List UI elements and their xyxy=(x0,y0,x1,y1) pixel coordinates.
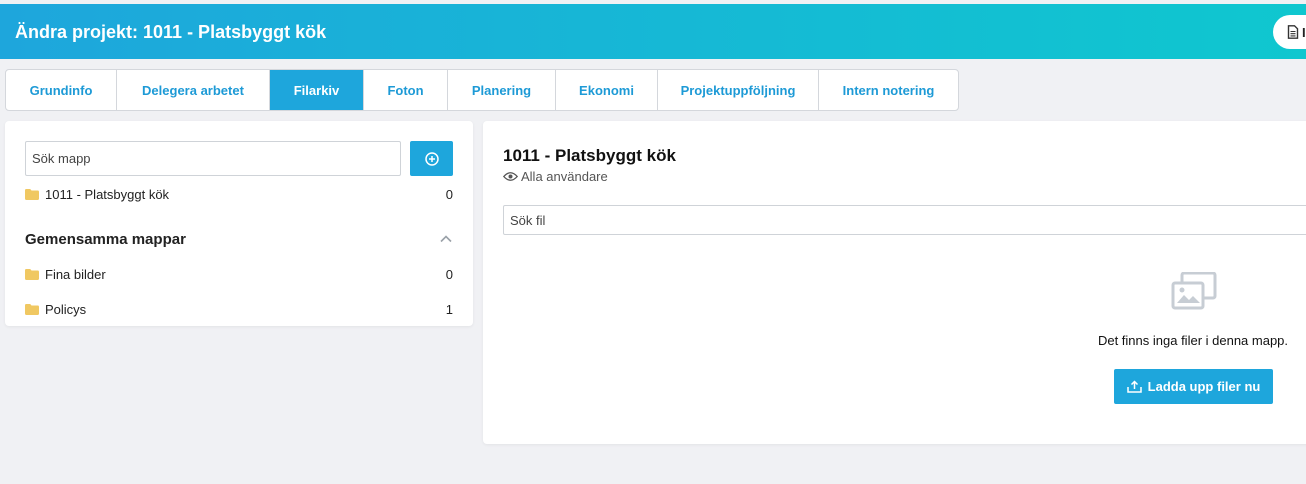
folder-count: 0 xyxy=(445,266,453,282)
shared-folder-row[interactable]: Fina bilder 0 xyxy=(25,264,453,284)
chevron-up-icon[interactable] xyxy=(438,231,454,247)
folder-icon xyxy=(25,268,39,280)
folder-name: Policys xyxy=(45,301,87,317)
tab-filarkiv[interactable]: Filarkiv xyxy=(270,70,364,110)
page-header: Ändra projekt: 1011 - Platsbyggt kök I xyxy=(0,4,1306,59)
folder-count: 1 xyxy=(445,301,453,317)
shared-folders-heading: Gemensamma mappar xyxy=(25,231,186,248)
plus-circle-icon xyxy=(424,151,439,166)
file-search-input[interactable] xyxy=(503,205,1306,235)
folder-name: Fina bilder xyxy=(45,266,106,282)
document-icon xyxy=(1287,25,1299,39)
tab-delegera-arbetet[interactable]: Delegera arbetet xyxy=(117,70,270,110)
images-icon xyxy=(1171,272,1217,310)
folder-search-input[interactable] xyxy=(25,141,401,176)
folder-visibility: Alla användare xyxy=(503,169,608,184)
header-action-button[interactable]: I xyxy=(1273,15,1306,49)
shared-folder-row[interactable]: Policys 1 xyxy=(25,299,453,319)
folders-panel: 1011 - Platsbyggt kök 0 Gemensamma mappa… xyxy=(5,121,473,326)
header-action-label: I xyxy=(1302,24,1306,40)
folder-icon xyxy=(25,303,39,315)
project-folder-row[interactable]: 1011 - Platsbyggt kök 0 xyxy=(25,184,453,204)
folder-icon xyxy=(25,188,39,200)
tab-ekonomi[interactable]: Ekonomi xyxy=(556,70,658,110)
visibility-label: Alla användare xyxy=(521,169,608,184)
folder-count: 0 xyxy=(445,186,453,202)
current-folder-title: 1011 - Platsbyggt kök xyxy=(503,146,676,165)
upload-files-button[interactable]: Ladda upp filer nu xyxy=(1114,369,1273,404)
eye-icon xyxy=(503,172,518,181)
tab-foton[interactable]: Foton xyxy=(364,70,448,110)
folder-name: 1011 - Platsbyggt kök xyxy=(45,186,170,202)
upload-icon xyxy=(1126,380,1142,393)
tab-intern-notering[interactable]: Intern notering xyxy=(819,70,958,110)
upload-label: Ladda upp filer nu xyxy=(1147,379,1261,394)
tab-bar: Grundinfo Delegera arbetet Filarkiv Foto… xyxy=(5,69,959,111)
files-panel: 1011 - Platsbyggt kök Alla användare Det… xyxy=(483,121,1306,444)
add-folder-button[interactable] xyxy=(410,141,453,176)
tab-grundinfo[interactable]: Grundinfo xyxy=(6,70,117,110)
empty-folder-message: Det finns inga filer i denna mapp. xyxy=(1097,333,1289,348)
tab-planering[interactable]: Planering xyxy=(448,70,556,110)
page-title: Ändra projekt: 1011 - Platsbyggt kök xyxy=(15,22,327,42)
tab-projektuppfoljning[interactable]: Projektuppföljning xyxy=(658,70,819,110)
